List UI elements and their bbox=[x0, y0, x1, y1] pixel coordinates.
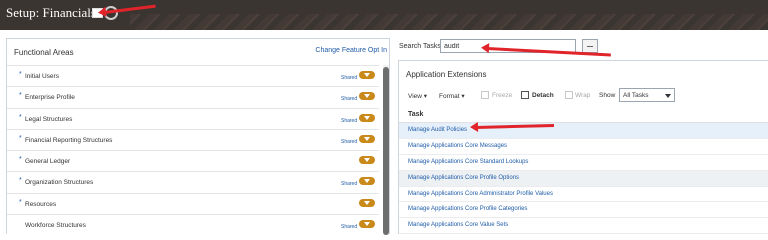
header-decoration bbox=[130, 14, 768, 30]
application-extensions-title: Application Extensions bbox=[406, 70, 487, 79]
shared-label: Shared bbox=[341, 96, 358, 103]
shared-label: Shared bbox=[341, 138, 358, 145]
shared-label: Shared bbox=[341, 181, 358, 188]
format-menu[interactable]: Format ▾ bbox=[439, 92, 465, 100]
functional-areas-scrollbar[interactable] bbox=[383, 65, 389, 235]
wrap-button[interactable]: Wrap bbox=[575, 92, 590, 99]
chevron-down-icon[interactable] bbox=[359, 198, 375, 207]
task-link[interactable]: Manage Applications Core Profile Options bbox=[408, 175, 519, 181]
application-extensions-panel: Application Extensions View ▾ Format ▾ F… bbox=[398, 60, 768, 235]
required-icon: * bbox=[19, 177, 22, 185]
area-label: General Ledger bbox=[25, 158, 71, 166]
area-label: Organization Structures bbox=[25, 179, 94, 187]
area-label: Financial Reporting Structures bbox=[25, 136, 113, 144]
table-row[interactable]: Manage Applications Core Value Sets bbox=[399, 218, 768, 235]
functional-areas-title: Functional Areas bbox=[14, 48, 74, 57]
show-select[interactable]: All Tasks bbox=[619, 88, 675, 102]
page-title: Setup: Financials bbox=[6, 5, 96, 20]
search-tasks-label: Search Tasks bbox=[399, 43, 441, 50]
task-link[interactable]: Manage Audit Policies bbox=[408, 127, 467, 133]
functional-areas-list: * Initial Users Shared * Enterprise Prof… bbox=[7, 65, 379, 235]
detach-button[interactable]: Detach bbox=[532, 92, 554, 99]
required-icon: * bbox=[19, 113, 22, 121]
table-row[interactable]: Manage Applications Core Standard Lookup… bbox=[399, 155, 768, 171]
area-item[interactable]: * General Ledger bbox=[7, 150, 379, 171]
chevron-down-icon bbox=[665, 94, 671, 98]
scroll-thumb[interactable] bbox=[383, 67, 389, 235]
table-toolbar: View ▾ Format ▾ Freeze Detach Wrap Show … bbox=[399, 87, 768, 105]
chevron-down-icon[interactable] bbox=[359, 92, 375, 101]
shared-label: Shared bbox=[341, 75, 358, 81]
view-menu-label: View bbox=[408, 93, 422, 100]
area-item[interactable]: * Initial Users Shared bbox=[7, 65, 379, 86]
table-row[interactable]: Manage Applications Core Profile Options bbox=[399, 170, 768, 187]
task-link[interactable]: Manage Applications Core Profile Categor… bbox=[408, 206, 527, 212]
chevron-down-icon[interactable] bbox=[359, 71, 375, 79]
required-icon: * bbox=[19, 92, 22, 100]
required-icon: * bbox=[19, 71, 22, 78]
clear-search-button[interactable] bbox=[582, 39, 598, 53]
table-row[interactable]: Manage Applications Core Administrator P… bbox=[399, 187, 768, 203]
chevron-down-icon[interactable] bbox=[359, 156, 375, 165]
area-label: Initial Users bbox=[25, 73, 59, 80]
area-item[interactable]: * Legal Structures Shared bbox=[7, 107, 379, 129]
table-row[interactable]: Manage Audit Policies bbox=[399, 123, 768, 139]
wrap-icon bbox=[565, 91, 573, 99]
required-icon: * bbox=[19, 134, 22, 142]
area-label: Legal Structures bbox=[25, 115, 73, 123]
required-icon: * bbox=[19, 198, 22, 206]
show-select-value: All Tasks bbox=[623, 92, 649, 99]
view-menu[interactable]: View ▾ bbox=[408, 92, 427, 100]
task-link[interactable]: Manage Applications Core Messages bbox=[408, 143, 507, 149]
task-column-header[interactable]: Task bbox=[399, 107, 768, 123]
chevron-down-icon[interactable] bbox=[359, 134, 375, 143]
page-header: Setup: Financials bbox=[0, 0, 768, 30]
task-link[interactable]: Manage Applications Core Value Sets bbox=[408, 222, 508, 228]
freeze-button[interactable]: Freeze bbox=[492, 92, 512, 99]
required-icon: * bbox=[19, 156, 22, 164]
detach-icon bbox=[521, 91, 529, 99]
area-item[interactable]: * Resources bbox=[7, 192, 379, 214]
show-label: Show bbox=[599, 92, 616, 99]
format-menu-label: Format bbox=[439, 93, 460, 100]
functional-areas-panel: Functional Areas Change Feature Opt In *… bbox=[6, 38, 390, 235]
task-column-label: Task bbox=[408, 111, 424, 118]
table-row[interactable]: Manage Applications Core Messages bbox=[399, 139, 768, 155]
shared-label: Shared bbox=[341, 224, 358, 231]
shared-label: Shared bbox=[341, 117, 358, 124]
task-list: Manage Audit Policies Manage Application… bbox=[399, 123, 768, 235]
area-label: Workforce Structures bbox=[25, 222, 86, 230]
area-label: Resources bbox=[25, 200, 57, 208]
area-item[interactable]: * Enterprise Profile Shared bbox=[7, 86, 379, 107]
task-link[interactable]: Manage Applications Core Administrator P… bbox=[408, 191, 553, 197]
chevron-down-icon[interactable] bbox=[359, 220, 375, 229]
chevron-down-icon[interactable] bbox=[359, 113, 375, 122]
area-item[interactable]: Workforce Structures Shared bbox=[7, 214, 379, 235]
area-label: Enterprise Profile bbox=[25, 94, 75, 102]
chevron-down-icon[interactable] bbox=[359, 177, 375, 186]
freeze-icon bbox=[481, 91, 489, 99]
task-link[interactable]: Manage Applications Core Standard Lookup… bbox=[408, 159, 528, 165]
area-item[interactable]: * Organization Structures Shared bbox=[7, 171, 379, 192]
table-row[interactable]: Manage Applications Core Profile Categor… bbox=[399, 202, 768, 219]
change-feature-opt-in-link[interactable]: Change Feature Opt In bbox=[315, 47, 387, 54]
area-item[interactable]: * Financial Reporting Structures Shared bbox=[7, 128, 379, 150]
